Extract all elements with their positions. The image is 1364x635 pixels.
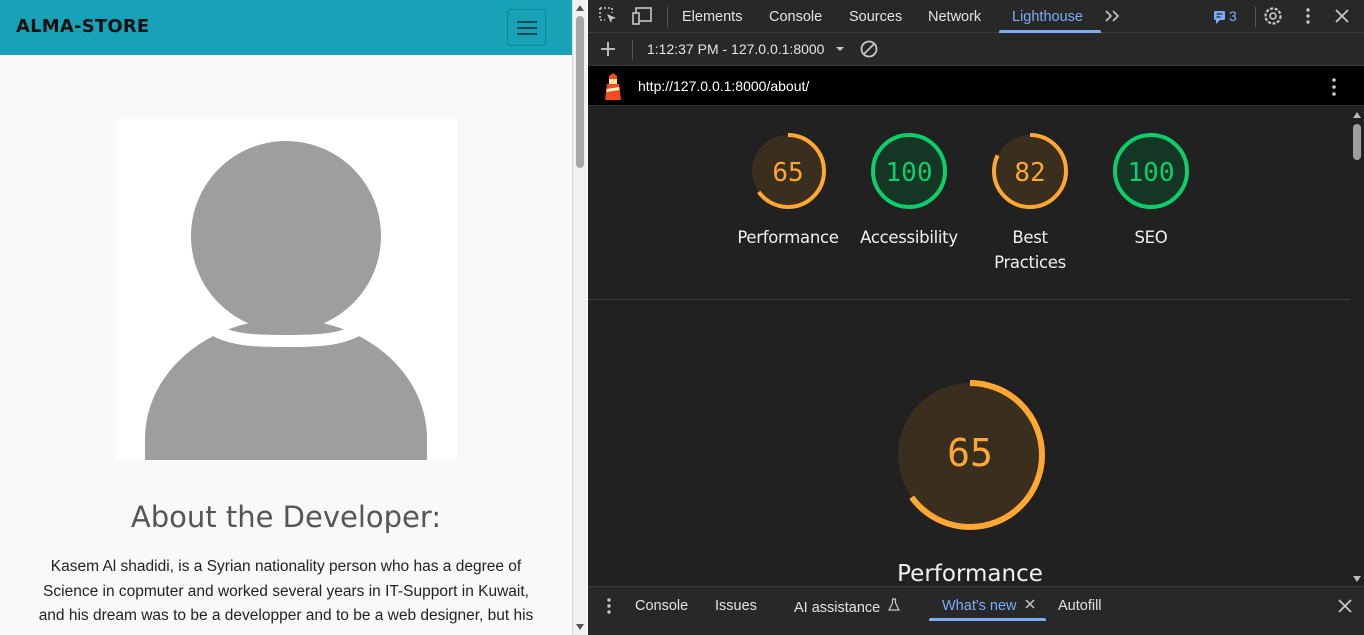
toolbar-divider bbox=[632, 40, 633, 60]
gauge-label-best-practices: Best Practices bbox=[994, 228, 1066, 272]
developer-avatar bbox=[116, 119, 457, 460]
gauge-label-accessibility: Accessibility bbox=[860, 228, 958, 247]
close-drawer-icon[interactable] bbox=[1334, 596, 1356, 616]
gauge-seo[interactable]: 100 bbox=[1111, 131, 1191, 216]
scroll-up-arrow-icon[interactable] bbox=[1353, 112, 1361, 118]
close-tab-icon[interactable] bbox=[1024, 598, 1036, 610]
report-select-value: 1:12:37 PM - 127.0.0.1:8000 bbox=[647, 41, 825, 57]
gauge-label-seo: SEO bbox=[1134, 228, 1168, 247]
about-heading: About the Developer: bbox=[130, 500, 442, 534]
close-devtools-icon[interactable] bbox=[1331, 6, 1353, 26]
issues-count: 3 bbox=[1229, 8, 1237, 24]
scroll-thumb[interactable] bbox=[1353, 124, 1361, 160]
hamburger-line bbox=[517, 33, 537, 35]
report-url-bar: http://127.0.0.1:8000/about/ bbox=[588, 66, 1364, 106]
tab-lighthouse[interactable]: Lighthouse bbox=[1012, 9, 1083, 25]
scroll-up-arrow-icon[interactable] bbox=[576, 5, 584, 11]
drawer-tab-console[interactable]: Console bbox=[635, 598, 688, 614]
lighthouse-icon bbox=[605, 73, 621, 100]
drawer-tab-whats-new-label: What's new bbox=[942, 598, 1017, 614]
report-select-dropdown[interactable]: 1:12:37 PM - 127.0.0.1:8000 bbox=[647, 41, 847, 57]
gauge-best-practices[interactable]: 82 bbox=[990, 131, 1070, 216]
active-drawer-tab-indicator bbox=[929, 618, 1046, 621]
clear-icon[interactable] bbox=[858, 39, 880, 59]
flask-icon bbox=[888, 598, 901, 611]
big-gauge-label: Performance bbox=[897, 561, 1043, 586]
report-divider bbox=[588, 299, 1350, 300]
gauge-performance[interactable]: 65 bbox=[748, 131, 828, 216]
drawer-tab-whats-new[interactable]: What's new bbox=[942, 598, 1036, 614]
settings-icon[interactable] bbox=[1262, 6, 1284, 26]
tab-elements[interactable]: Elements bbox=[682, 9, 742, 25]
big-gauge-performance: 65 bbox=[893, 378, 1047, 537]
devtools-tabbar: Elements Console Sources Network Lightho… bbox=[588, 0, 1364, 33]
website-scrollbar[interactable] bbox=[572, 0, 587, 635]
tab-network[interactable]: Network bbox=[928, 9, 981, 25]
scroll-down-arrow-icon[interactable] bbox=[1353, 576, 1361, 582]
drawer-tab-ai-assistance[interactable]: AI assistance bbox=[794, 598, 901, 616]
hamburger-line bbox=[517, 21, 537, 23]
toolbar-divider bbox=[1255, 7, 1256, 27]
toolbar-divider bbox=[667, 7, 668, 27]
lighthouse-report: 65 Performance 100 Accessibility 82 Best… bbox=[588, 106, 1350, 586]
brand-logo[interactable]: ALMA-STORE bbox=[16, 16, 149, 37]
select-element-icon[interactable] bbox=[598, 6, 620, 26]
drawer-tab-autofill[interactable]: Autofill bbox=[1058, 598, 1102, 614]
issues-icon bbox=[1214, 11, 1225, 24]
website-viewport: ALMA-STORE About the Developer: Kasem Al… bbox=[0, 0, 572, 635]
big-gauge-score: 65 bbox=[947, 431, 993, 475]
navbar-toggler-button[interactable] bbox=[507, 9, 546, 46]
scroll-down-arrow-icon[interactable] bbox=[576, 624, 584, 630]
drawer-tab-issues[interactable]: Issues bbox=[715, 598, 757, 614]
navbar: ALMA-STORE bbox=[0, 0, 572, 55]
gauge-score: 100 bbox=[1128, 158, 1175, 188]
hamburger-line bbox=[517, 27, 537, 29]
gauge-score: 100 bbox=[886, 158, 933, 188]
add-report-icon[interactable] bbox=[597, 39, 619, 59]
avatar-placeholder-icon bbox=[145, 141, 427, 460]
lighthouse-toolbar: 1:12:37 PM - 127.0.0.1:8000 bbox=[588, 33, 1364, 66]
report-scrollbar[interactable] bbox=[1350, 106, 1364, 586]
drawer-tab-ai-assistance-label: AI assistance bbox=[794, 600, 881, 616]
kebab-menu-icon[interactable] bbox=[1297, 6, 1319, 26]
gauge-accessibility[interactable]: 100 bbox=[869, 131, 949, 216]
drawer-menu-icon[interactable] bbox=[598, 596, 620, 616]
more-tabs-icon[interactable] bbox=[1103, 6, 1125, 26]
report-url[interactable]: http://127.0.0.1:8000/about/ bbox=[638, 78, 809, 94]
devtools-panel: Elements Console Sources Network Lightho… bbox=[588, 0, 1364, 635]
tab-console[interactable]: Console bbox=[769, 9, 822, 25]
device-toolbar-icon[interactable] bbox=[632, 6, 654, 26]
about-paragraph: Kasem Al shadidi, is a Syrian nationalit… bbox=[38, 558, 534, 624]
report-menu-icon[interactable] bbox=[1326, 76, 1342, 98]
gauge-score: 82 bbox=[1014, 158, 1045, 188]
gauge-score: 65 bbox=[772, 158, 803, 188]
tab-sources[interactable]: Sources bbox=[849, 9, 902, 25]
gauge-label-performance: Performance bbox=[737, 228, 839, 247]
dropdown-icon bbox=[836, 47, 845, 51]
devtools-drawer: Console Issues AI assistance What's new … bbox=[588, 586, 1364, 635]
issues-counter[interactable]: 3 bbox=[1212, 6, 1248, 26]
scroll-thumb[interactable] bbox=[576, 16, 584, 168]
